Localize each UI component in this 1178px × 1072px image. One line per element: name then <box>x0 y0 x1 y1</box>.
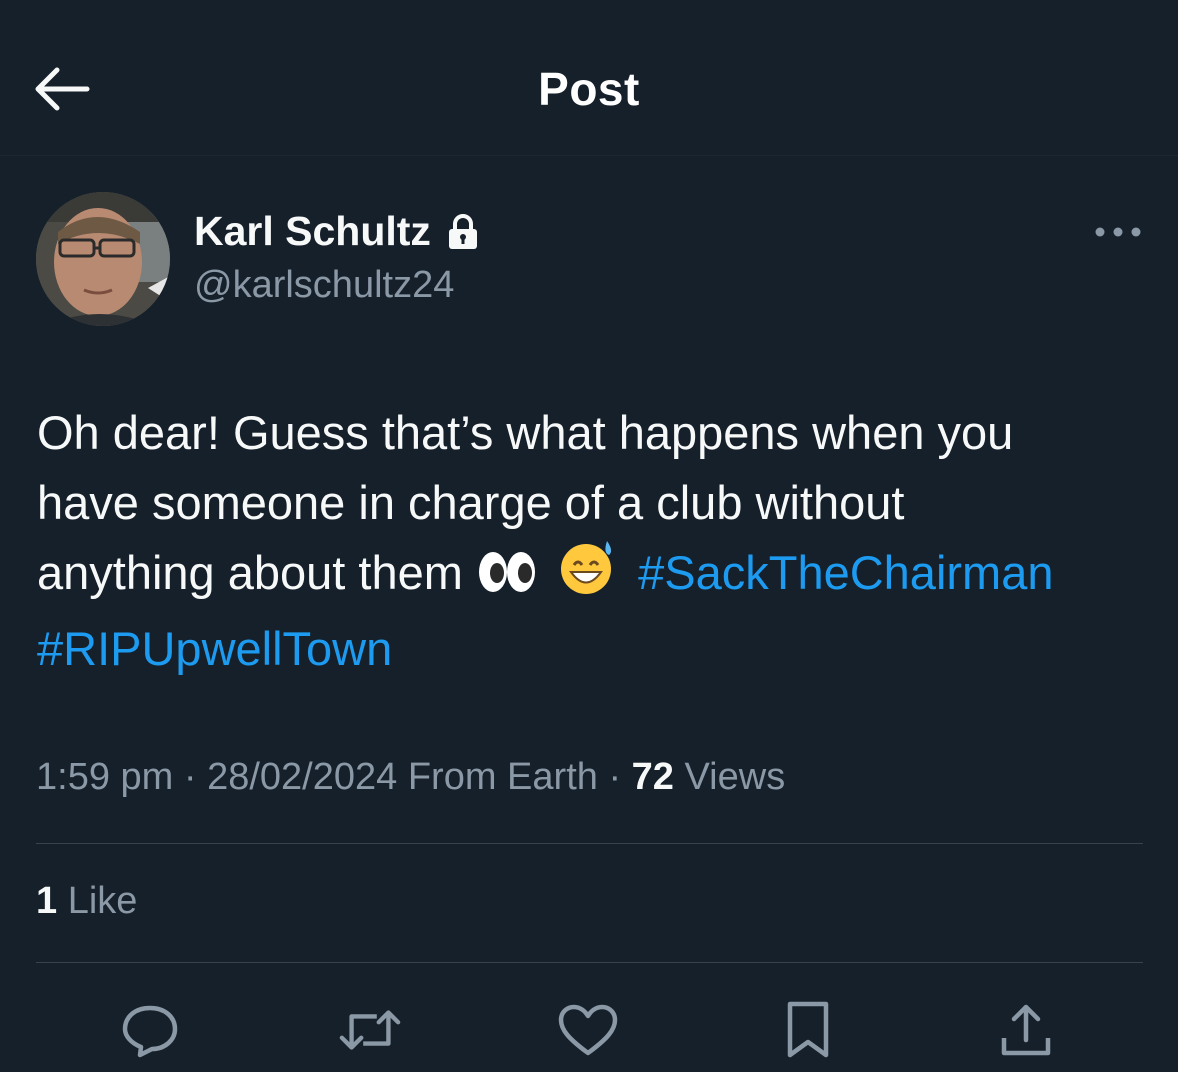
hashtag-link[interactable]: #RIPUpwellTown <box>37 622 392 675</box>
lock-icon <box>448 213 477 249</box>
avatar[interactable] <box>36 192 170 326</box>
grinning-sweat-emoji-icon <box>561 541 612 594</box>
bookmark-button[interactable] <box>776 1000 840 1060</box>
post-text-line: have someone in charge of a club without <box>37 476 905 529</box>
like-icon <box>558 1004 618 1056</box>
post-time[interactable]: 1:59 pm <box>36 756 173 798</box>
top-bar: Post <box>0 0 1178 156</box>
post-text-line: Oh dear! Guess that’s what happens when … <box>37 406 1014 459</box>
post-date[interactable]: 28/02/2024 <box>207 756 397 798</box>
post-source: From Earth <box>407 756 598 798</box>
hashtag-link[interactable]: #SackTheChairman <box>638 546 1053 599</box>
more-options-button[interactable] <box>1088 214 1148 250</box>
likes-count: 1 <box>36 880 58 922</box>
eyes-emoji <box>476 544 538 614</box>
divider <box>36 962 1143 963</box>
grinning-sweat-emoji <box>559 539 617 614</box>
post-text-line: #RIPUpwellTown <box>37 614 1147 684</box>
post-text: Oh dear! Guess that’s what happens when … <box>37 398 1147 684</box>
eyes-emoji-icon <box>478 552 535 592</box>
page-title: Post <box>538 63 640 115</box>
share-icon <box>1001 1004 1051 1056</box>
display-name-row[interactable]: Karl Schultz <box>194 208 479 255</box>
post-page: Post Karl Schultz @karlschultz24 Oh dear… <box>0 0 1178 1072</box>
post-text-line: anything about them #SackTheChairman <box>37 538 1147 614</box>
meta-separator: · <box>608 756 622 798</box>
post-meta: 1:59 pm · 28/02/2024 From Earth · 72 Vie… <box>36 756 785 799</box>
meta-separator: · <box>183 756 197 798</box>
repost-button[interactable] <box>338 1000 402 1060</box>
likes-label: Like <box>67 880 138 922</box>
like-button[interactable] <box>556 1000 620 1060</box>
display-name: Karl Schultz <box>194 208 431 254</box>
divider <box>36 843 1143 844</box>
reply-button[interactable] <box>118 1000 182 1060</box>
views-count[interactable]: 72 <box>632 756 674 798</box>
likes-summary[interactable]: 1 Like <box>36 880 137 923</box>
avatar-photo <box>36 192 170 326</box>
repost-icon <box>339 1010 401 1050</box>
reply-icon <box>122 1005 178 1058</box>
user-handle[interactable]: @karlschultz24 <box>194 264 454 307</box>
more-dots-icon <box>1095 227 1141 237</box>
bookmark-icon <box>787 1001 829 1058</box>
post-text-fragment: anything about them <box>37 546 463 599</box>
share-button[interactable] <box>994 1000 1058 1060</box>
views-label: Views <box>684 756 786 798</box>
